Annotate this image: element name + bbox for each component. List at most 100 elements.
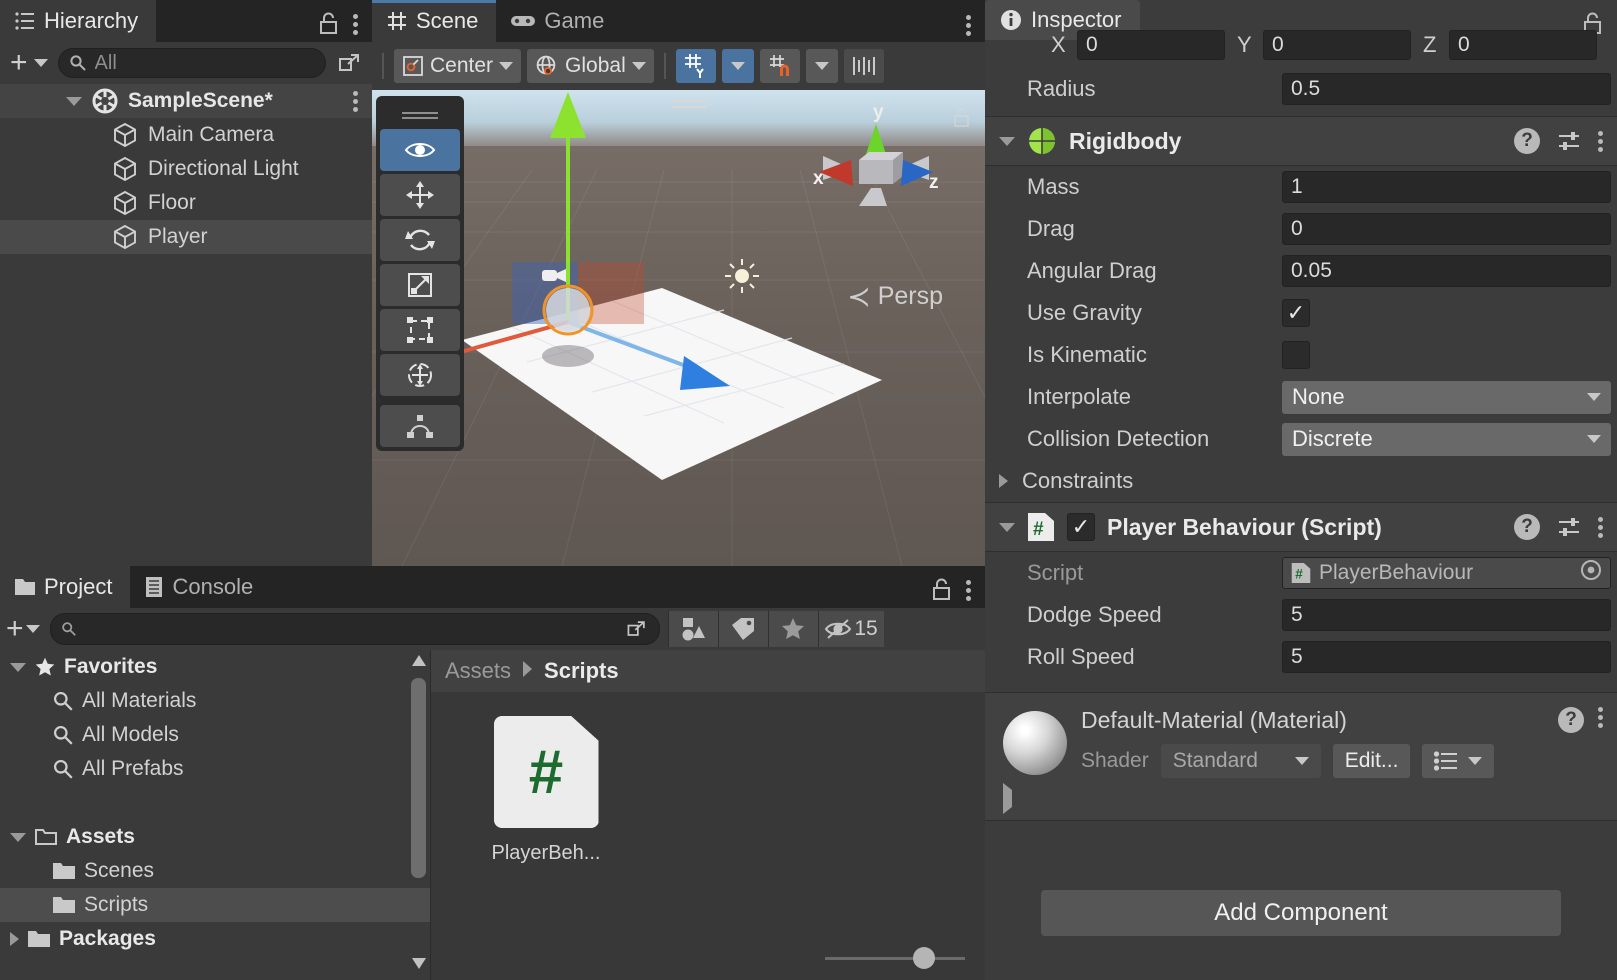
project-tree-scrollbar[interactable] bbox=[411, 654, 426, 969]
rigidbody-header[interactable]: Rigidbody ? bbox=[985, 116, 1617, 166]
shader-dropdown[interactable]: Standard bbox=[1160, 744, 1321, 778]
filter-by-type-button[interactable] bbox=[667, 611, 718, 647]
foldout-expanded-icon[interactable] bbox=[10, 662, 26, 672]
project-tree-item[interactable]: Favorites bbox=[0, 650, 430, 684]
tab-console[interactable]: Console bbox=[130, 566, 271, 608]
scene-expand-icon[interactable] bbox=[66, 96, 82, 106]
slider-knob[interactable] bbox=[913, 947, 935, 969]
material-menu-icon[interactable] bbox=[1598, 707, 1603, 728]
breadcrumb-assets[interactable]: Assets bbox=[445, 658, 511, 684]
handle-space-button[interactable]: Global bbox=[527, 49, 654, 83]
project-tree-item[interactable]: Scenes bbox=[0, 854, 430, 888]
scale-icon[interactable] bbox=[380, 264, 460, 306]
hierarchy-item[interactable]: Main Camera bbox=[0, 118, 372, 152]
create-object-button[interactable]: + bbox=[8, 48, 30, 78]
project-tree-item[interactable]: All Materials bbox=[0, 684, 430, 718]
edit-shader-button[interactable]: Edit... bbox=[1332, 744, 1411, 778]
transform-icon[interactable] bbox=[380, 354, 460, 396]
rotate-icon[interactable] bbox=[380, 219, 460, 261]
preset-icon-script[interactable] bbox=[1556, 514, 1582, 540]
search-expand-icon-project[interactable] bbox=[625, 617, 649, 641]
is-kinematic-checkbox[interactable] bbox=[1282, 341, 1310, 369]
move-icon[interactable] bbox=[380, 174, 460, 216]
material-foldout-icon[interactable] bbox=[1003, 783, 1012, 814]
hierarchy-search[interactable] bbox=[57, 48, 326, 78]
collision-detection-dropdown[interactable]: Discrete bbox=[1282, 422, 1611, 456]
material-foldout-row[interactable] bbox=[985, 783, 1617, 820]
script-foldout-icon[interactable] bbox=[999, 522, 1015, 532]
ruler-button[interactable] bbox=[843, 49, 884, 83]
handle-space-dropdown-icon[interactable] bbox=[631, 62, 646, 70]
create-asset-dropdown-icon[interactable] bbox=[25, 625, 40, 633]
search-expand-icon[interactable] bbox=[336, 49, 364, 77]
interpolate-dropdown[interactable]: None bbox=[1282, 380, 1611, 414]
hierarchy-item[interactable]: Floor bbox=[0, 186, 372, 220]
hierarchy-scene-row[interactable]: SampleScene* bbox=[0, 84, 372, 118]
project-tree-item[interactable]: Packages bbox=[0, 922, 430, 956]
material-preset-button[interactable] bbox=[1422, 744, 1495, 778]
drag-input[interactable]: 0 bbox=[1282, 213, 1611, 245]
view-hand-icon[interactable] bbox=[380, 129, 460, 171]
camera-icon[interactable] bbox=[542, 265, 568, 285]
tab-scene[interactable]: Scene bbox=[372, 0, 497, 42]
tab-hierarchy[interactable]: Hierarchy bbox=[0, 0, 157, 42]
rigidbody-foldout-icon[interactable] bbox=[999, 136, 1015, 146]
grid-axis-dropdown[interactable] bbox=[721, 49, 754, 83]
dodge-speed-input[interactable]: 5 bbox=[1282, 599, 1611, 631]
grid-axis-button[interactable] bbox=[675, 49, 716, 83]
create-object-dropdown-icon[interactable] bbox=[33, 59, 48, 67]
filter-by-label-button[interactable] bbox=[717, 611, 768, 647]
project-tree-item[interactable]: All Models bbox=[0, 718, 430, 752]
add-component-button[interactable]: Add Component bbox=[1041, 890, 1561, 936]
grid-snap-button[interactable] bbox=[759, 49, 800, 83]
light-icon[interactable] bbox=[724, 258, 760, 294]
mass-input[interactable]: 1 bbox=[1282, 171, 1611, 203]
axis-input-x[interactable]: 0 bbox=[1077, 30, 1225, 60]
asset-zoom-slider[interactable] bbox=[825, 944, 965, 972]
scene-menu-icon[interactable] bbox=[966, 15, 971, 36]
axis-input-z[interactable]: 0 bbox=[1449, 30, 1597, 60]
foldout-expanded-icon[interactable] bbox=[10, 832, 26, 842]
hidden-assets-button[interactable]: 15 bbox=[817, 611, 884, 647]
hierarchy-item[interactable]: Directional Light bbox=[0, 152, 372, 186]
script-object-field[interactable]: # PlayerBehaviour bbox=[1282, 557, 1611, 589]
project-menu-icon[interactable] bbox=[966, 579, 971, 601]
breadcrumb-scripts[interactable]: Scripts bbox=[544, 658, 619, 684]
script-component-header[interactable]: # ✓ Player Behaviour (Script) ? bbox=[985, 502, 1617, 552]
scroll-down-arrow[interactable] bbox=[412, 956, 426, 974]
scrollbar-thumb[interactable] bbox=[411, 678, 426, 878]
lock-icon[interactable] bbox=[318, 12, 339, 36]
hierarchy-search-input[interactable] bbox=[94, 51, 315, 75]
script-menu-icon[interactable] bbox=[1598, 516, 1603, 538]
roll-speed-input[interactable]: 5 bbox=[1282, 641, 1611, 673]
object-picker-icon[interactable] bbox=[1580, 559, 1602, 587]
use-gravity-checkbox[interactable]: ✓ bbox=[1282, 299, 1310, 327]
grid-snap-dropdown[interactable] bbox=[805, 49, 838, 83]
tab-project[interactable]: Project bbox=[0, 566, 131, 608]
viewport-drag-handle[interactable] bbox=[672, 100, 706, 102]
tab-game[interactable]: Game bbox=[496, 0, 622, 42]
angular-drag-input[interactable]: 0.05 bbox=[1282, 255, 1611, 287]
hierarchy-menu-icon[interactable] bbox=[353, 13, 358, 35]
script-enabled-checkbox[interactable]: ✓ bbox=[1067, 513, 1095, 541]
camera-mode-label[interactable]: ≺ Persp bbox=[847, 280, 943, 313]
scene-viewport[interactable]: y x z ≺ Persp bbox=[372, 90, 985, 566]
pivot-dropdown-icon[interactable] bbox=[499, 62, 514, 70]
custom-editor-icon[interactable] bbox=[380, 405, 460, 447]
create-asset-button[interactable]: + bbox=[4, 614, 26, 644]
scene-menu-icon[interactable] bbox=[353, 90, 358, 112]
viewport-lock-icon[interactable] bbox=[953, 108, 971, 133]
preset-icon[interactable] bbox=[1556, 128, 1582, 154]
project-tree-item[interactable]: All Prefabs bbox=[0, 752, 430, 786]
project-tree-item[interactable]: Assets bbox=[0, 820, 430, 854]
scroll-up-arrow[interactable] bbox=[412, 654, 426, 672]
rect-transform-icon[interactable] bbox=[380, 309, 460, 351]
rigidbody-menu-icon[interactable] bbox=[1598, 130, 1603, 152]
constraints-foldout-icon[interactable] bbox=[999, 474, 1008, 488]
project-search-input[interactable] bbox=[84, 617, 617, 641]
axis-input-y[interactable]: 0 bbox=[1263, 30, 1411, 60]
radius-input[interactable]: 0.5 bbox=[1282, 73, 1611, 105]
help-icon[interactable]: ? bbox=[1514, 128, 1540, 154]
favorites-button[interactable] bbox=[767, 611, 818, 647]
asset-item[interactable]: # PlayerBeh... bbox=[471, 716, 621, 865]
